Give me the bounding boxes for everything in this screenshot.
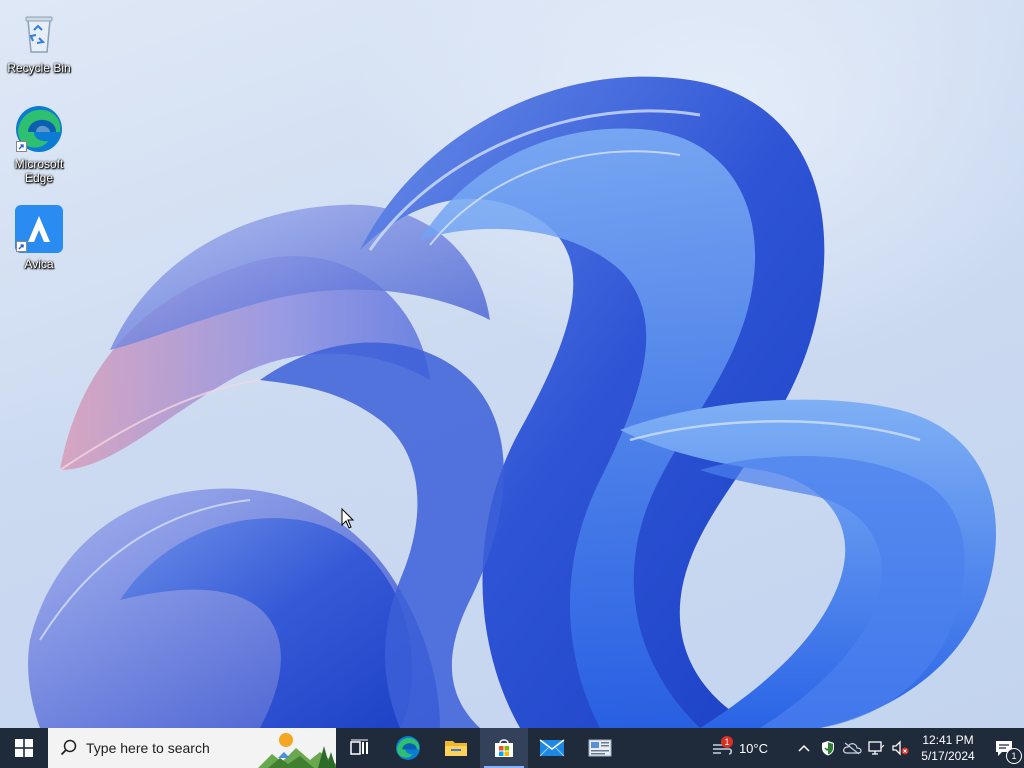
- tray-security[interactable]: [816, 728, 840, 768]
- desktop-icon-avica[interactable]: Avica: [2, 204, 76, 271]
- shield-icon: [822, 741, 834, 756]
- desktop-icon-microsoft-edge[interactable]: Microsoft Edge: [2, 104, 76, 185]
- wallpaper-bloom: [28, 76, 996, 728]
- search-placeholder: Type here to search: [86, 740, 210, 756]
- chevron-up-icon: [798, 744, 810, 752]
- mouse-cursor-icon: [341, 508, 355, 529]
- tray-volume[interactable]: [888, 728, 912, 768]
- folder-icon: [445, 741, 467, 756]
- desktop[interactable]: Recycle Bin Microsoft Edge Avica: [0, 0, 1024, 728]
- mail-icon: [539, 739, 565, 757]
- desktop-icon-recycle-bin[interactable]: Recycle Bin: [2, 8, 76, 75]
- tray-onedrive[interactable]: [840, 728, 864, 768]
- shortcut-arrow-icon: [16, 141, 27, 152]
- desktop-icon-label: Avica: [24, 257, 54, 271]
- network-icon: [868, 741, 885, 755]
- taskbar-file-explorer[interactable]: [432, 728, 480, 768]
- show-hidden-icons-button[interactable]: [792, 728, 816, 768]
- taskbar-task-view[interactable]: [336, 728, 384, 768]
- avica-icon: [14, 204, 64, 254]
- taskbar: Type here to search 1 10°C 12:41 PM 5/17…: [0, 728, 1024, 768]
- edge-icon: [14, 104, 64, 154]
- windows-logo-icon: [15, 739, 33, 757]
- taskbar-microsoft-store[interactable]: [480, 728, 528, 768]
- cloud-offline-icon: [843, 742, 862, 755]
- taskbar-news[interactable]: [576, 728, 624, 768]
- taskbar-mail[interactable]: [528, 728, 576, 768]
- weather-widget[interactable]: 1 10°C: [703, 728, 776, 768]
- taskbar-edge[interactable]: [384, 728, 432, 768]
- taskbar-clock[interactable]: 12:41 PM 5/17/2024: [912, 728, 984, 768]
- action-center-button[interactable]: 1: [984, 728, 1024, 768]
- start-button[interactable]: [0, 728, 48, 768]
- tray-network[interactable]: [864, 728, 888, 768]
- notification-count-badge: 1: [1006, 748, 1022, 764]
- search-highlight-art-icon: [258, 728, 336, 768]
- news-icon: [588, 739, 612, 757]
- clock-date: 5/17/2024: [921, 749, 975, 763]
- desktop-icon-label: Microsoft Edge: [14, 157, 64, 185]
- volume-muted-icon: [892, 740, 909, 756]
- clock-time: 12:41 PM: [922, 733, 974, 747]
- edge-icon: [396, 736, 420, 760]
- weather-alert-badge: 1: [720, 736, 733, 748]
- store-icon: [495, 739, 513, 757]
- weather-temperature: 10°C: [738, 740, 768, 756]
- search-input[interactable]: Type here to search: [48, 728, 336, 768]
- search-icon: [60, 739, 77, 756]
- system-tray: 1 10°C 12:41 PM 5/17/2024 1: [703, 728, 1024, 768]
- desktop-icon-label: Recycle Bin: [7, 61, 71, 75]
- shortcut-arrow-icon: [16, 241, 27, 252]
- recycle-bin-icon: [14, 8, 64, 58]
- task-view-icon: [350, 739, 368, 755]
